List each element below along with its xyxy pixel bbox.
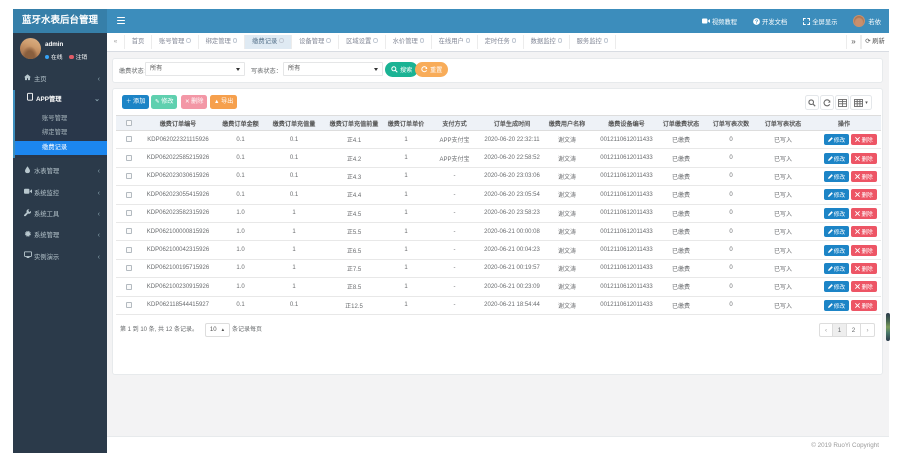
svg-text:?: ? bbox=[755, 19, 758, 25]
